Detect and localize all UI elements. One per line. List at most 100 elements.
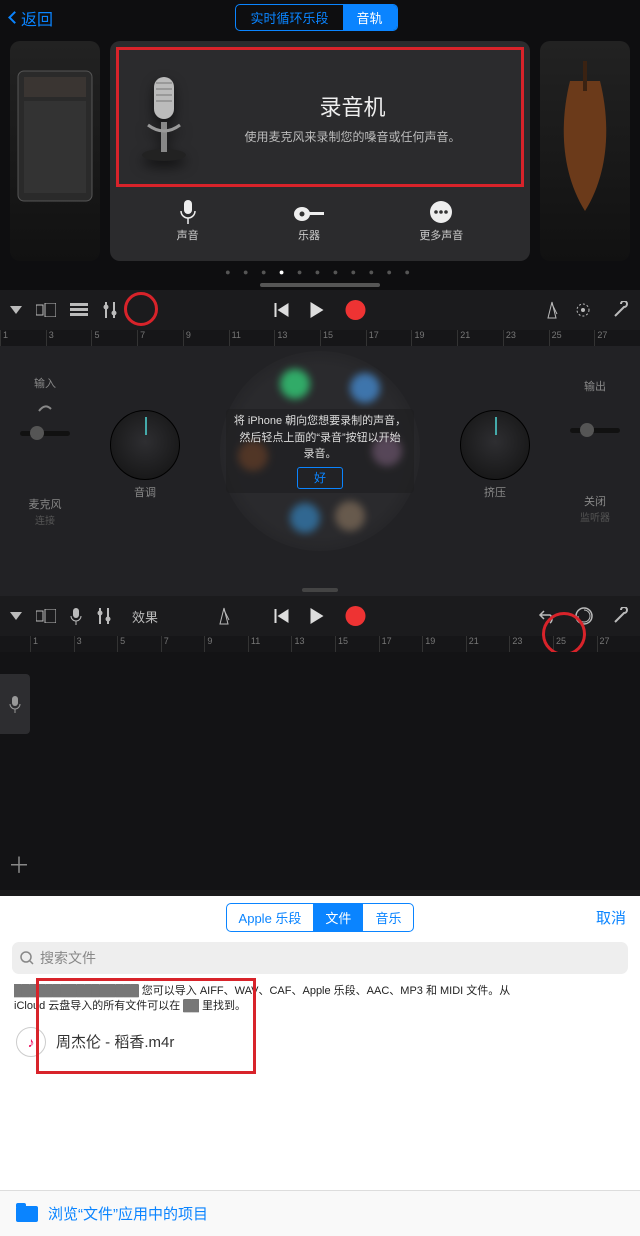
nav-menu-button[interactable] [10,306,22,314]
search-icon [20,951,34,965]
search-field[interactable]: 搜索文件 [12,942,628,974]
import-hint: ████████████████ 您可以导入 AIFF、WAV、CAF、Appl… [0,978,640,1017]
browser-button[interactable] [36,609,56,623]
recorder-controls: 输入 麦克风 连接 音调 将 iPhone 朝向您想要录制的声音， 然后轻点上面… [0,346,640,556]
mic-icon [177,197,199,227]
browse-files-button[interactable]: 浏览“文件”应用中的项目 [0,1190,640,1236]
toolbar-3: 效果 [0,596,640,636]
instrument-carousel[interactable]: 录音机 使用麦克风来录制您的嗓音或任何声音。 声音 乐器 [0,35,640,261]
rewind-button[interactable] [275,609,289,623]
nav-menu-button[interactable] [10,612,22,620]
ok-button[interactable]: 好 [297,467,343,489]
tracks-view-button[interactable] [70,303,88,317]
studio-mic-icon [134,67,194,167]
timeline-ruler[interactable]: 13579111315171921232527 [0,330,640,346]
output-label: 输出 [570,378,620,394]
input-label: 输入 [20,375,70,391]
mixer-button[interactable] [96,608,114,624]
output-column: 输出 关闭 监听器 [570,378,620,524]
wrench-icon[interactable] [612,607,630,625]
more-icon [419,197,463,227]
amp-icon [10,41,100,241]
recorder-options: 声音 乐器 更多声音 [110,193,530,243]
tracks-editor-screen: 效果 13579111315171921232527 ＋ [0,596,640,896]
option-voice-label: 声音 [177,227,199,243]
search-placeholder: 搜索文件 [40,948,96,968]
fx-button[interactable]: 效果 [128,607,162,626]
mic-sublabel: 连接 [20,512,70,527]
option-instrument[interactable]: 乐器 [292,197,326,243]
chevron-left-icon [8,11,21,24]
annotation-circle-tracks [124,292,158,326]
folder-icon [16,1206,38,1222]
card-next-strings[interactable] [540,41,630,261]
squeeze-label: 挤压 [460,484,530,500]
input-gain-slider[interactable] [20,431,70,436]
add-track-button[interactable]: ＋ [8,848,30,880]
hero-title: 录音机 [199,90,506,122]
metronome-button[interactable] [544,301,560,319]
seg-music[interactable]: 音乐 [363,904,413,931]
file-name: 周杰伦 - 稻香.m4r [56,1031,174,1052]
settings-gear-icon[interactable] [574,301,592,319]
nav-bar: 返回 实时循环乐段 音轨 [0,0,640,35]
itunes-file-icon: ♪ [16,1027,46,1057]
timeline-ruler-3[interactable]: 13579111315171921232527 [0,636,640,652]
input-column: 输入 麦克风 连接 [20,375,70,527]
card-audio-recorder[interactable]: 录音机 使用麦克风来录制您的嗓音或任何声音。 声音 乐器 [110,41,530,261]
mic-icon [9,695,21,713]
undo-button[interactable] [538,608,556,624]
option-voice[interactable]: 声音 [177,197,199,243]
back-label: 返回 [21,6,53,30]
grabber[interactable] [302,588,338,592]
track-header-mic[interactable] [0,674,30,734]
option-more-label: 更多声音 [419,227,463,243]
mic-label: 麦克风 [20,496,70,512]
play-button[interactable] [311,302,324,318]
guitar-icon [292,197,326,227]
microphone-illustration [129,62,199,172]
pitch-knob[interactable] [110,410,180,480]
home-indicator [260,283,380,287]
record-button[interactable] [346,300,366,320]
hero-highlight: 录音机 使用麦克风来录制您的嗓音或任何声音。 [116,47,524,187]
metronome-button[interactable] [216,607,232,625]
file-item[interactable]: ♪ 周杰伦 - 稻香.m4r [0,1017,640,1067]
seg-files[interactable]: 文件 [313,904,363,931]
recorder-track-screen: 13579111315171921232527 输入 麦克风 连接 音调 将 i… [0,290,640,596]
seg-tracks[interactable]: 音轨 [343,5,397,30]
seg-apple-loops[interactable]: Apple 乐段 [227,904,314,931]
cancel-button[interactable]: 取消 [596,907,626,928]
play-button[interactable] [311,608,324,624]
wrench-icon[interactable] [612,301,630,319]
option-more[interactable]: 更多声音 [419,197,463,243]
rewind-button[interactable] [275,303,289,317]
instrument-picker-screen: 返回 实时循环乐段 音轨 [0,0,640,290]
back-button[interactable]: 返回 [10,6,53,30]
card-prev-amp[interactable] [10,41,100,261]
plug-icon[interactable] [35,397,55,417]
recording-tip: 将 iPhone 朝向您想要录制的声音， 然后轻点上面的“录音”按钮以开始 录音… [226,409,414,493]
squeeze-knob[interactable] [460,410,530,480]
record-button[interactable] [346,606,366,626]
output-level-slider[interactable] [570,428,620,433]
page-dots: ● ● ● ● ● ● ● ● ● ● ● [0,261,640,277]
option-instrument-label: 乐器 [292,227,326,243]
import-header: Apple 乐段 文件 音乐 取消 [0,896,640,938]
source-segmented[interactable]: Apple 乐段 文件 音乐 [226,903,415,932]
monitor-sublabel: 监听器 [570,509,620,524]
seg-live-loops[interactable]: 实时循环乐段 [236,5,342,30]
mode-segmented[interactable]: 实时循环乐段 音轨 [235,4,397,31]
browse-label: 浏览“文件”应用中的项目 [48,1203,208,1224]
violin-icon [540,41,630,241]
tracks-workspace[interactable]: ＋ [0,652,640,890]
mixer-button[interactable] [102,302,120,318]
preset-wheel[interactable]: 将 iPhone 朝向您想要录制的声音， 然后轻点上面的“录音”按钮以开始 录音… [220,351,420,551]
browser-button[interactable] [36,303,56,317]
toolbar [0,290,640,330]
hero-subtitle: 使用麦克风来录制您的嗓音或任何声音。 [199,128,506,145]
monitor-label: 关闭 [570,493,620,509]
mic-small-icon[interactable] [70,607,82,625]
pitch-label: 音调 [110,484,180,500]
loop-browser-button[interactable] [574,606,594,626]
